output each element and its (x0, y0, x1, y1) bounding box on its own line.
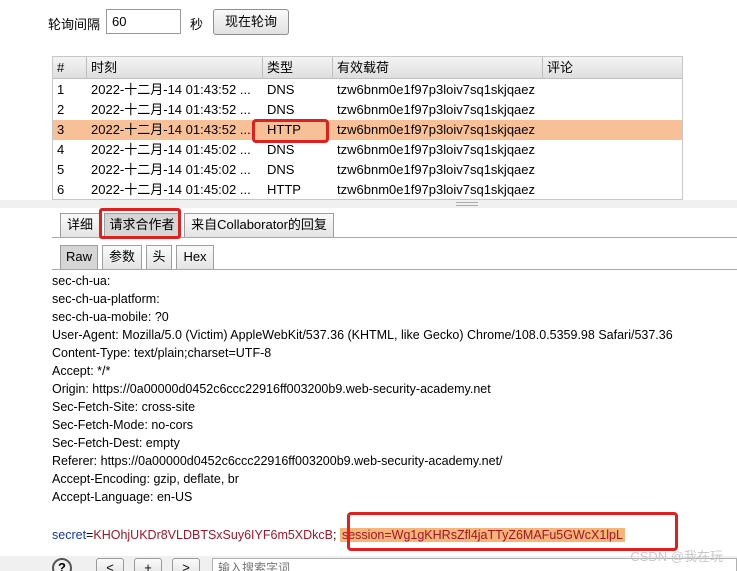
col-header-payload[interactable]: 有效载荷 (333, 57, 543, 79)
tab-headers[interactable]: 头 (146, 245, 172, 269)
http-type-highlight (252, 119, 329, 143)
row-time: 2022-十二月-14 01:43:52 ... (91, 122, 251, 137)
col-header-type[interactable]: 类型 (263, 57, 333, 79)
header-line: Referer: https://0a00000d0452c6ccc22916f… (52, 454, 503, 468)
header-line: Accept-Language: en-US (52, 490, 193, 504)
row-payload: tzw6bnm0e1f97p3loiv7sq1skjqaez (337, 162, 536, 177)
row-time: 2022-十二月-14 01:45:02 ... (91, 162, 251, 177)
row-number: 2 (57, 102, 65, 117)
poll-bar: 轮询间隔 秒 现在轮询 (0, 0, 737, 46)
help-icon[interactable]: ? (52, 558, 72, 571)
secret-key: secret (52, 528, 87, 542)
header-line: Origin: https://0a00000d0452c6ccc22916ff… (52, 382, 491, 396)
table-row[interactable]: 2 2022-十二月-14 01:43:52 ... DNS tzw6bnm0e… (53, 100, 682, 120)
table-header: # 时刻 类型 有效载荷 评论 (53, 57, 682, 79)
row-time: 2022-十二月-14 01:43:52 ... (91, 82, 251, 97)
poll-interval-input[interactable] (106, 9, 181, 34)
poll-interval-label: 轮询间隔 (48, 17, 101, 32)
row-comment (547, 140, 681, 160)
header-line: User-Agent: Mozilla/5.0 (Victim) AppleWe… (52, 328, 673, 342)
cookie-separator: ; (333, 528, 340, 542)
tab-response-from-collaborator[interactable]: 来自Collaborator的回复 (184, 213, 334, 237)
row-comment (547, 100, 681, 120)
row-number: 5 (57, 162, 65, 177)
header-line: Accept: */* (52, 364, 111, 378)
row-type: DNS (267, 82, 295, 97)
row-number: 1 (57, 82, 65, 97)
row-type: DNS (267, 162, 295, 177)
split-pane-divider[interactable] (0, 200, 737, 208)
row-comment (547, 160, 681, 180)
row-comment (547, 80, 681, 100)
row-time: 2022-十二月-14 01:43:52 ... (91, 102, 251, 117)
row-type: DNS (267, 142, 295, 157)
row-payload: tzw6bnm0e1f97p3loiv7sq1skjqaez (337, 102, 536, 117)
row-number: 4 (57, 142, 65, 157)
row-time: 2022-十二月-14 01:45:02 ... (91, 142, 251, 157)
col-header-number[interactable]: # (53, 57, 87, 79)
header-line: sec-ch-ua-platform: (52, 292, 160, 306)
request-tab-highlight (99, 208, 181, 239)
view-tab-bar: Raw 参数 头 Hex (52, 241, 737, 270)
row-payload: tzw6bnm0e1f97p3loiv7sq1skjqaez (337, 82, 536, 97)
row-payload: tzw6bnm0e1f97p3loiv7sq1skjqaez (337, 182, 536, 197)
poll-now-button[interactable]: 现在轮询 (213, 9, 289, 35)
table-row[interactable]: 1 2022-十二月-14 01:43:52 ... DNS tzw6bnm0e… (53, 80, 682, 100)
header-line: Sec-Fetch-Dest: empty (52, 436, 180, 450)
table-row[interactable]: 4 2022-十二月-14 01:45:02 ... DNS tzw6bnm0e… (53, 140, 682, 160)
header-line: sec-ch-ua: (52, 274, 111, 288)
poll-unit-label: 秒 (190, 17, 204, 32)
row-time: 2022-十二月-14 01:45:02 ... (91, 182, 251, 197)
tab-params[interactable]: 参数 (102, 245, 142, 269)
next-match-button[interactable]: > (172, 558, 200, 571)
tab-details[interactable]: 详细 (60, 213, 100, 237)
row-payload: tzw6bnm0e1f97p3loiv7sq1skjqaez (337, 122, 536, 137)
table-row[interactable]: 5 2022-十二月-14 01:45:02 ... DNS tzw6bnm0e… (53, 160, 682, 180)
header-line: Sec-Fetch-Site: cross-site (52, 400, 196, 414)
tab-hex[interactable]: Hex (176, 245, 214, 269)
table-row-selected[interactable]: 3 2022-十二月-14 01:43:52 ... HTTP tzw6bnm0… (53, 120, 682, 140)
watermark: CSDN @我在玩 (630, 549, 723, 564)
header-line: sec-ch-ua-mobile: ?0 (52, 310, 169, 324)
tab-raw[interactable]: Raw (60, 245, 98, 269)
header-line: Content-Type: text/plain;charset=UTF-8 (52, 346, 272, 360)
row-comment (547, 120, 681, 140)
row-type: HTTP (267, 182, 301, 197)
row-payload: tzw6bnm0e1f97p3loiv7sq1skjqaez (337, 142, 536, 157)
prev-match-button[interactable]: < (96, 558, 124, 571)
header-line: Accept-Encoding: gzip, deflate, br (52, 472, 239, 486)
row-type: DNS (267, 102, 295, 117)
secret-value: KHOhjUKDr8VLDBTSxSuy6IYF6m5XDkcB (93, 528, 334, 542)
col-header-time[interactable]: 时刻 (87, 57, 263, 79)
col-header-comment[interactable]: 评论 (543, 57, 682, 79)
row-number: 6 (57, 182, 65, 197)
session-highlight (347, 512, 678, 551)
add-search-button[interactable]: + (134, 558, 162, 571)
row-number: 3 (57, 122, 65, 137)
row-comment (547, 180, 681, 200)
split-grip-icon[interactable] (456, 202, 478, 206)
search-bar: ? < + > (0, 556, 737, 571)
interactions-table: # 时刻 类型 有效载荷 评论 1 2022-十二月-14 01:43:52 .… (52, 56, 683, 200)
header-line: Sec-Fetch-Mode: no-cors (52, 418, 194, 432)
table-row[interactable]: 6 2022-十二月-14 01:45:02 ... HTTP tzw6bnm0… (53, 180, 682, 200)
